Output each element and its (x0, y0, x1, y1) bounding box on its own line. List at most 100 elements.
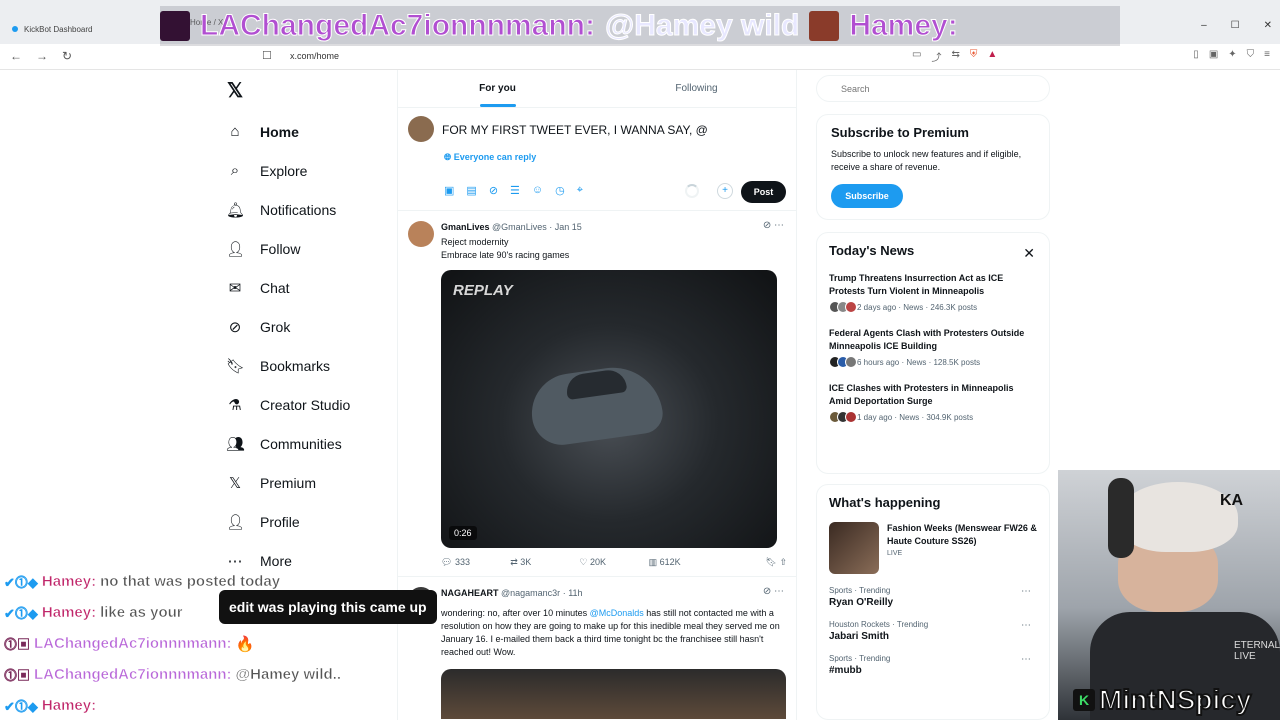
tweet-video[interactable]: REPLAY 0:26 (441, 270, 777, 548)
more-icon[interactable]: ⋯ (1021, 586, 1031, 597)
poll-icon[interactable]: ☰ (510, 184, 520, 197)
nav-item-home[interactable]: ⌂ Home (226, 112, 350, 151)
tweet-image[interactable] (441, 669, 786, 719)
tweet-actions: 💬︎ 333 ⇄ 3K ♡ 20K ▥ 612K 🔖︎ ⇧ (441, 557, 787, 568)
nav-item-follow[interactable]: 👤︎ Follow (226, 229, 350, 268)
rewards-icon[interactable]: ▲ (987, 49, 997, 64)
news-item[interactable]: Federal Agents Clash with Protesters Out… (829, 327, 1037, 368)
share-icon[interactable]: ⤴ (931, 49, 941, 64)
video-duration: 0:26 (449, 526, 477, 540)
nav-item-premium[interactable]: 𝕏 Premium (226, 463, 350, 502)
tweet-handle[interactable]: @GmanLives (492, 222, 547, 232)
tweet[interactable]: NAGAHEART @nagamanc3r · 11h ⊘ ⋯ wonderin… (398, 577, 796, 720)
gif-icon[interactable]: ▤ (466, 184, 476, 197)
nav-item-explore[interactable]: ⌕ Explore (226, 151, 350, 190)
news-headline: ICE Clashes with Protesters in Minneapol… (829, 383, 1014, 406)
leo-icon[interactable]: ✦ (1228, 49, 1236, 60)
tab-for-you[interactable]: For you (398, 70, 597, 107)
nav-item-creator-studio[interactable]: ⚗ Creator Studio (226, 385, 350, 424)
trend-item[interactable]: Sports · Trending Ryan O'Reilly ⋯ (829, 586, 1037, 608)
repost-button[interactable]: ⇄ 3K (510, 557, 579, 568)
minimize-icon[interactable]: – (1201, 20, 1207, 31)
bookmark-page-icon[interactable]: ☐ (262, 49, 272, 62)
search-icon: ⌕ (230, 162, 240, 179)
forward-icon[interactable]: → (36, 49, 48, 63)
nav-item-profile[interactable]: 👤︎ Profile (226, 502, 350, 541)
browser-nav: ← → ↻ (10, 49, 72, 63)
compose-input[interactable]: FOR MY FIRST TWEET EVER, I WANNA SAY, @ (442, 123, 708, 137)
featured-trend[interactable]: Fashion Weeks (Menswear FW26 & Haute Cou… (829, 522, 1037, 574)
reload-icon[interactable]: ↻ (62, 49, 72, 63)
add-thread-button[interactable]: + (717, 183, 733, 199)
wallet-icon[interactable]: ▣ (1209, 49, 1218, 60)
like-button[interactable]: ♡ 20K (579, 557, 648, 568)
news-item[interactable]: Trump Threatens Insurrection Act as ICE … (829, 272, 1037, 313)
overlay-message: @Hamey wild (604, 9, 800, 43)
tweet[interactable]: GmanLives @GmanLives · Jan 15 ⊘ ⋯ Reject… (398, 211, 796, 577)
tweet-handle[interactable]: @nagamanc3r (501, 588, 560, 598)
news-item[interactable]: ICE Clashes with Protesters in Minneapol… (829, 382, 1037, 423)
trend-item[interactable]: Sports · Trending #mubb ⋯ (829, 654, 1037, 676)
sidebar-icon[interactable]: ▯ (1193, 49, 1199, 60)
url-field[interactable]: x.com/home (290, 51, 339, 61)
more-icon[interactable]: ⋯ (1021, 654, 1031, 665)
emote-icon (809, 11, 840, 41)
chat-badges-icon: ✔⓵◆ (4, 606, 38, 621)
schedule-icon[interactable]: ◷ (555, 184, 565, 197)
tweet-header: GmanLives @GmanLives · Jan 15 (441, 222, 582, 232)
views-button[interactable]: ▥ 612K (649, 557, 718, 568)
tab-following[interactable]: Following (597, 70, 796, 107)
reply-setting[interactable]: 🌐︎ Everyone can reply (444, 152, 536, 163)
tab-favicon-icon (12, 26, 18, 32)
tweet-author[interactable]: NAGAHEART (441, 588, 499, 598)
cast-icon[interactable]: ▭ (912, 49, 921, 64)
bookmark-share[interactable]: 🔖︎ ⇧ (718, 557, 787, 568)
nav-item-bookmarks[interactable]: 🔖︎ Bookmarks (226, 346, 350, 385)
maximize-icon[interactable]: ☐ (1231, 20, 1240, 31)
tweet-author[interactable]: GmanLives (441, 222, 490, 232)
window-controls: – ☐ ✕ (1201, 20, 1272, 31)
x-logo-icon[interactable]: 𝕏 (227, 78, 243, 103)
browser-tab[interactable]: KickBot Dashboard (6, 18, 156, 40)
translate-icon[interactable]: ⇆ (951, 49, 959, 64)
nav-item-notifications[interactable]: 🔔︎ Notifications (226, 190, 350, 229)
follow-icon: 👤︎ (226, 240, 246, 258)
menu-icon[interactable]: ≡ (1264, 49, 1270, 60)
location-icon[interactable]: ⌖ (577, 184, 583, 197)
nav-label: Home (260, 123, 299, 140)
mention-link[interactable]: @McDonalds (590, 608, 644, 618)
tweet-more-icon[interactable]: ⊘ ⋯ (763, 586, 784, 597)
trend-item[interactable]: Houston Rockets · Trending Jabari Smith … (829, 620, 1037, 642)
whats-happening-card: What's happening Fashion Weeks (Menswear… (816, 484, 1050, 720)
nav-item-communities[interactable]: 👥︎ Communities (226, 424, 350, 463)
tweet-line: Embrace late 90's racing games (441, 250, 570, 260)
search-input[interactable] (816, 75, 1050, 102)
vpn-icon[interactable]: ⛉ (1247, 49, 1255, 60)
trend-name: #mubb (829, 665, 862, 676)
reply-button[interactable]: 💬︎ 333 (441, 557, 510, 568)
close-icon[interactable]: ✕ (1023, 245, 1035, 262)
back-icon[interactable]: ← (10, 49, 22, 63)
emoji-icon[interactable]: ☺ (532, 184, 543, 197)
tweet-text-part: wondering: no, after over 10 minutes (441, 608, 588, 618)
avatar[interactable] (408, 116, 434, 142)
close-window-icon[interactable]: ✕ (1264, 20, 1272, 31)
chat-message: 🔥 (235, 635, 255, 653)
post-button[interactable]: Post (741, 181, 786, 203)
more-icon[interactable]: ⋯ (1021, 620, 1031, 631)
nav-label: Bookmarks (260, 357, 331, 374)
subscribe-button[interactable]: Subscribe (831, 184, 903, 208)
image-icon[interactable]: ▣ (444, 184, 454, 197)
communities-icon: 👥︎ (226, 435, 246, 453)
nav-item-grok[interactable]: ⊘ Grok (226, 307, 350, 346)
replay-label: REPLAY (453, 282, 513, 299)
avatar[interactable] (408, 221, 434, 247)
news-meta-text: 6 hours ago · News · 128.5K posts (857, 357, 981, 367)
grok-icon[interactable]: ⊘ (489, 184, 498, 197)
nav-item-chat[interactable]: ✉ Chat (226, 268, 350, 307)
streamer-name-tag: K MintNSpicy (1073, 683, 1252, 716)
brave-shield-icon[interactable]: ⛨ (970, 49, 978, 64)
tweet-more-icon[interactable]: ⊘ ⋯ (763, 220, 784, 231)
premium-body: Subscribe to unlock new features and if … (831, 149, 1022, 172)
compose-toolbar: ▣ ▤ ⊘ ☰ ☺ ◷ ⌖ (444, 184, 583, 197)
